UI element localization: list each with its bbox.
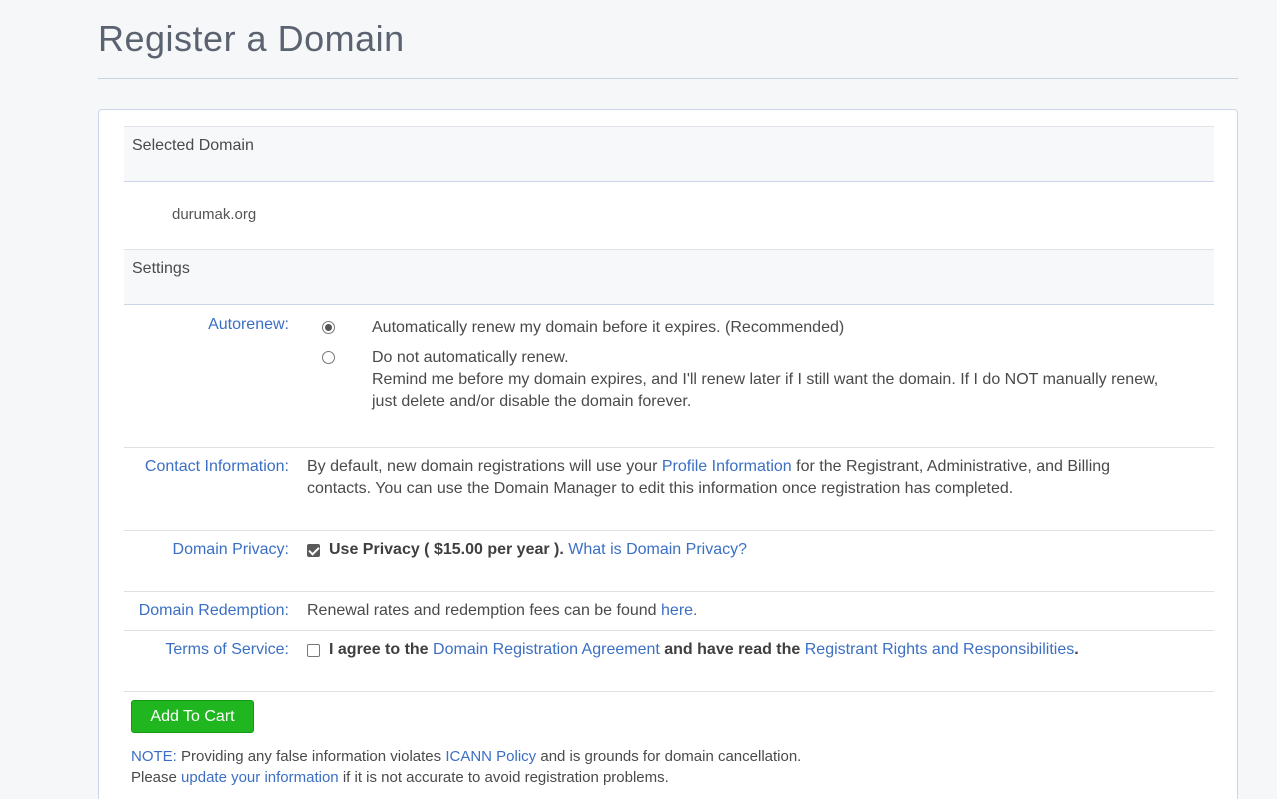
- autorenew-no-radio[interactable]: [322, 351, 335, 364]
- privacy-text: Use Privacy ( $15.00 per year ). What is…: [329, 541, 747, 558]
- registrant-rights-link[interactable]: Registrant Rights and Responsibilities: [805, 641, 1074, 658]
- autorenew-yes-radio[interactable]: [322, 321, 335, 334]
- title-divider: [98, 78, 1238, 79]
- row-divider: [124, 630, 1214, 631]
- row-divider: [124, 447, 1214, 448]
- note-label: NOTE:: [131, 748, 177, 765]
- row-divider: [124, 530, 1214, 531]
- profile-information-link[interactable]: Profile Information: [662, 458, 792, 475]
- register-panel: Selected Domain durumak.org Settings Aut…: [98, 109, 1238, 799]
- autorenew-yes-text: Automatically renew my domain before it …: [372, 319, 845, 336]
- redemption-here-link[interactable]: here.: [661, 602, 697, 619]
- autorenew-no-text: Do not automatically renew.: [372, 349, 569, 366]
- selected-domain-heading: Selected Domain: [124, 126, 1214, 182]
- selected-domain-name: durumak.org: [172, 206, 257, 223]
- terms-text: I agree to the Domain Registration Agree…: [329, 641, 1079, 658]
- contact-text: By default, new domain registrations wil…: [307, 458, 1111, 497]
- add-to-cart-button[interactable]: Add To Cart: [131, 700, 254, 733]
- terms-label: Terms of Service:: [165, 641, 289, 658]
- registration-agreement-link[interactable]: Domain Registration Agreement: [433, 641, 660, 658]
- update-information-link[interactable]: update your information: [181, 769, 339, 786]
- what-is-privacy-link[interactable]: What is Domain Privacy?: [568, 541, 747, 558]
- privacy-label: Domain Privacy:: [172, 541, 289, 558]
- contact-label: Contact Information:: [144, 458, 289, 475]
- settings-heading: Settings: [124, 249, 1214, 305]
- note-line-2: Please update your information if it is …: [131, 769, 669, 786]
- row-divider: [124, 591, 1214, 592]
- note-line-1: NOTE: Providing any false information vi…: [131, 748, 802, 765]
- terms-checkbox[interactable]: [307, 644, 320, 657]
- redemption-text: Renewal rates and redemption fees can be…: [307, 602, 698, 619]
- privacy-checkbox[interactable]: [307, 544, 320, 557]
- autorenew-label: Autorenew:: [208, 316, 289, 333]
- page-title: Register a Domain: [98, 18, 405, 59]
- icann-policy-link[interactable]: ICANN Policy: [445, 748, 536, 765]
- row-divider: [124, 691, 1214, 692]
- autorenew-no-detail: Remind me before my domain expires, and …: [372, 371, 1159, 410]
- redemption-label: Domain Redemption:: [138, 602, 289, 619]
